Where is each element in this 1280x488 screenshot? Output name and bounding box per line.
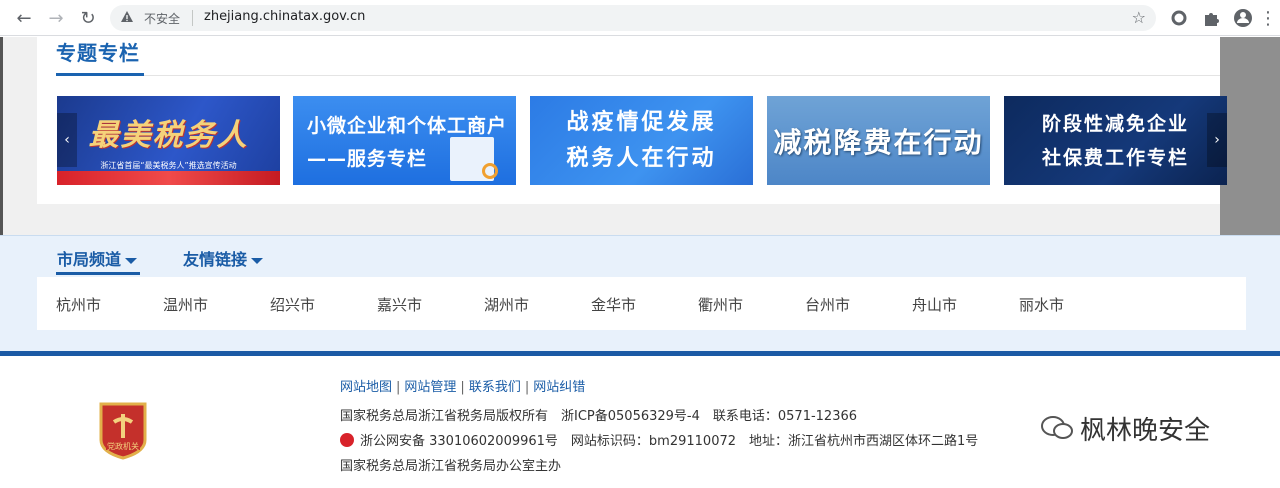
banner-title: 最美税务人 (88, 118, 249, 153)
tab-label: 市局频道 (57, 250, 122, 269)
banner-subtitle: ——服务专栏 (307, 147, 428, 170)
link-separator: | (396, 380, 401, 395)
tab-label: 友情链接 (183, 250, 248, 269)
footer-links: 网站地图 | 网站管理 | 联系我们 | 网站纠错 (340, 376, 585, 395)
banner-tax-reduction[interactable]: 减税降费在行动 (767, 96, 990, 185)
banner-subtitle: 浙江省首届“最美税务人”推选宣传活动 (100, 161, 237, 170)
footer-record-text[interactable]: 浙公网安备 33010602009961号 网站标识码：bm29110072 地… (360, 434, 978, 449)
back-icon[interactable]: ← (12, 6, 36, 30)
side-overlay (1220, 37, 1280, 235)
footer-link-sitemap[interactable]: 网站地图 (340, 380, 392, 395)
profile-avatar-icon[interactable] (1232, 7, 1254, 29)
forward-icon[interactable]: → (44, 6, 68, 30)
browser-menu-icon[interactable]: ⋮ (1256, 6, 1280, 30)
police-badge-icon (340, 433, 354, 447)
puzzle-extensions-icon[interactable] (1200, 7, 1222, 29)
city-list: 杭州市 温州市 绍兴市 嘉兴市 湖州市 金华市 衢州市 台州市 舟山市 丽水市 (37, 277, 1246, 330)
footer-link-contact[interactable]: 联系我们 (469, 380, 521, 395)
red-ribbon-decoration (57, 171, 280, 185)
banner-subtitle: 税务人在行动 (566, 145, 717, 171)
section-divider (56, 75, 1220, 76)
footer-link-report-error[interactable]: 网站纠错 (533, 380, 585, 395)
wechat-icon (1041, 416, 1073, 439)
party-government-emblem-icon[interactable]: 党政机关 (97, 400, 149, 460)
chevron-down-icon (125, 257, 138, 264)
link-separator: | (524, 380, 530, 395)
carousel-next-icon[interactable]: › (1207, 113, 1227, 167)
security-label[interactable]: 不安全 (144, 10, 180, 27)
browser-toolbar: ← → ↻ 不安全 zhejiang.chinatax.gov.cn ☆ ⋮ (0, 0, 1280, 36)
warning-icon (121, 11, 133, 22)
url-text[interactable]: zhejiang.chinatax.gov.cn (204, 9, 365, 24)
watermark-text: 枫林晚安全 (1080, 416, 1211, 446)
banner-title: 减税降费在行动 (773, 125, 984, 159)
emblem-text: 党政机关 (107, 441, 139, 451)
banner-best-tax-person[interactable]: 最美税务人 浙江省首届“最美税务人”推选宣传活动 (57, 96, 280, 185)
magnifier-icon (482, 163, 498, 179)
city-link-shaoxing[interactable]: 绍兴市 (270, 294, 315, 315)
bookmark-star-icon[interactable]: ☆ (1132, 8, 1146, 27)
extension-circle-icon[interactable] (1168, 7, 1190, 29)
address-bar[interactable]: 不安全 zhejiang.chinatax.gov.cn ☆ (110, 5, 1156, 31)
section-title-underline (56, 73, 144, 76)
link-separator: | (460, 380, 465, 395)
city-link-quzhou[interactable]: 衢州市 (698, 294, 743, 315)
section-title: 专题专栏 (56, 41, 140, 65)
omnibox-separator (192, 10, 193, 26)
footer-record-line: 浙公网安备 33010602009961号 网站标识码：bm29110072 地… (340, 430, 978, 449)
city-link-lishui[interactable]: 丽水市 (1019, 294, 1064, 315)
tab-city-channels[interactable]: 市局频道 (57, 246, 138, 270)
city-link-jiaxing[interactable]: 嘉兴市 (377, 294, 422, 315)
footer-link-site-admin[interactable]: 网站管理 (404, 380, 456, 395)
footer-copyright: 国家税务总局浙江省税务局版权所有 浙ICP备05056329号-4 联系电话：0… (340, 409, 858, 424)
carousel-prev-icon[interactable]: ‹ (57, 113, 77, 167)
city-link-hangzhou[interactable]: 杭州市 (56, 294, 101, 315)
banner-subtitle: 社保费工作专栏 (1041, 146, 1189, 169)
banner-social-security[interactable]: 阶段性减免企业 社保费工作专栏 (1004, 96, 1227, 185)
footer-organizer: 国家税务总局浙江省税务局办公室主办 (340, 459, 562, 474)
city-link-taizhou[interactable]: 台州市 (805, 294, 850, 315)
banner-small-business[interactable]: 小微企业和个体工商户 ——服务专栏 (293, 96, 516, 185)
banner-title: 战疫情促发展 (566, 109, 717, 135)
chevron-down-icon (251, 257, 264, 264)
active-tab-underline (56, 272, 140, 275)
reload-icon[interactable]: ↻ (76, 6, 100, 30)
banner-title: 阶段性减免企业 (1041, 112, 1189, 135)
city-link-wenzhou[interactable]: 温州市 (163, 294, 208, 315)
banner-title: 小微企业和个体工商户 (307, 114, 508, 137)
tab-friendly-links[interactable]: 友情链接 (183, 246, 264, 270)
city-link-jinhua[interactable]: 金华市 (591, 294, 636, 315)
city-link-zhoushan[interactable]: 舟山市 (912, 294, 957, 315)
city-link-huzhou[interactable]: 湖州市 (484, 294, 529, 315)
banner-fight-epidemic[interactable]: 战疫情促发展 税务人在行动 (530, 96, 753, 185)
channels-section: 市局频道 友情链接 杭州市 温州市 绍兴市 嘉兴市 湖州市 金华市 衢州市 台州… (0, 235, 1280, 351)
